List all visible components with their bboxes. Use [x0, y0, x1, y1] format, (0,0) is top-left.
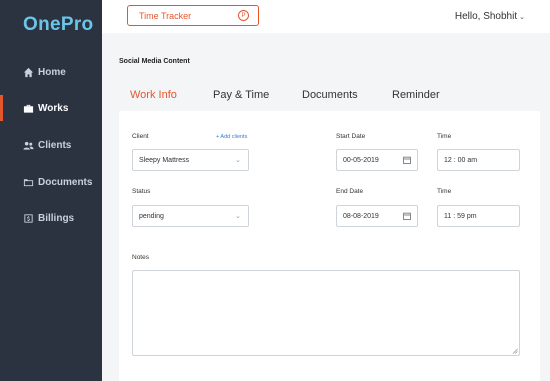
end-date-value: 08-08-2019: [343, 212, 379, 220]
start-time-label: Time: [437, 133, 452, 140]
sidebar-item-label: Billings: [38, 212, 75, 224]
time-tracker-label: Time Tracker: [139, 10, 192, 21]
billing-icon: [22, 212, 34, 224]
sidebar-item-billings[interactable]: Billings: [0, 205, 102, 231]
chevron-down-icon: ⌄: [235, 213, 241, 220]
status-select[interactable]: pending ⌄: [132, 205, 249, 227]
end-time-field[interactable]: 11 : 59 pm: [437, 205, 520, 227]
play-circle-icon: P: [238, 10, 249, 21]
sidebar-item-home[interactable]: Home: [0, 59, 102, 85]
home-icon: [22, 66, 34, 78]
top-header: Time Tracker P Hello, Shobhit ⌄: [102, 0, 550, 33]
calendar-icon: [403, 156, 411, 165]
tab-reminder[interactable]: Reminder: [392, 89, 440, 101]
greeting-text: Hello, Shobhit: [454, 11, 518, 22]
time-tracker-button[interactable]: Time Tracker P: [127, 5, 259, 26]
client-label: Client: [132, 133, 149, 140]
users-icon: [22, 139, 34, 151]
sidebar-item-clients[interactable]: Clients: [0, 132, 102, 158]
end-time-label: Time: [437, 188, 452, 195]
user-menu[interactable]: Hello, Shobhit ⌄: [455, 11, 525, 22]
tab-bar: Work Info Pay & Time Documents Reminder: [119, 82, 540, 110]
start-time-field[interactable]: 12 : 00 am: [437, 149, 520, 171]
end-date-field[interactable]: 08-08-2019: [336, 205, 418, 227]
sidebar-item-documents[interactable]: Documents: [0, 169, 102, 195]
end-date-label: End Date: [336, 188, 364, 195]
sidebar-item-works[interactable]: Works: [0, 95, 102, 121]
briefcase-icon: [22, 102, 34, 114]
chevron-down-icon: ⌄: [235, 157, 241, 164]
status-select-value: pending: [139, 212, 164, 220]
start-date-field[interactable]: 00-05-2019: [336, 149, 418, 171]
status-label: Status: [132, 188, 151, 195]
end-time-value: 11 : 59 pm: [444, 212, 477, 220]
client-select[interactable]: Sleepy Mattress ⌄: [132, 149, 249, 171]
folder-icon: [22, 176, 34, 188]
add-clients-link[interactable]: + Add clients: [216, 134, 247, 140]
tab-pay-time[interactable]: Pay & Time: [213, 89, 269, 101]
notes-label: Notes: [132, 254, 149, 261]
client-select-value: Sleepy Mattress: [139, 156, 190, 164]
resize-handle-icon[interactable]: [512, 348, 518, 354]
sidebar: OnePro Home Works Clients Documents Bill…: [0, 0, 102, 381]
page-title: Social Media Content: [119, 58, 190, 65]
tab-work-info[interactable]: Work Info: [130, 89, 177, 101]
calendar-icon: [403, 212, 411, 221]
sidebar-item-label: Clients: [38, 139, 72, 151]
start-date-label: Start Date: [336, 133, 366, 140]
app-logo: OnePro: [23, 14, 94, 35]
start-time-value: 12 : 00 am: [444, 156, 478, 164]
sidebar-item-label: Home: [38, 66, 66, 78]
chevron-down-icon: ⌄: [519, 14, 525, 21]
start-date-value: 00-05-2019: [343, 156, 379, 164]
sidebar-item-label: Documents: [38, 176, 93, 188]
notes-textarea[interactable]: [132, 270, 520, 356]
tab-documents[interactable]: Documents: [302, 89, 358, 101]
sidebar-item-label: Works: [38, 102, 69, 114]
